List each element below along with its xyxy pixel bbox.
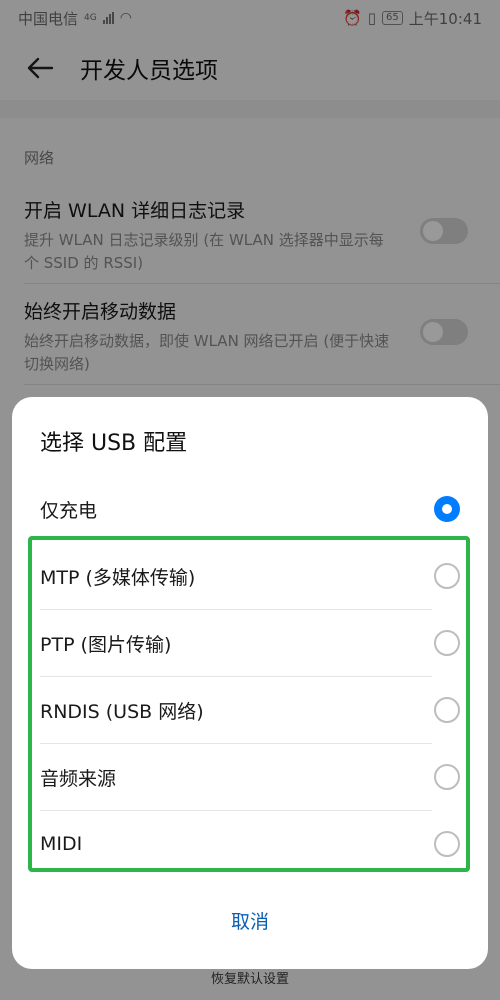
restore-defaults-button[interactable]: 恢复默认设置	[0, 968, 500, 987]
option-mtp[interactable]: MTP (多媒体传输)	[12, 543, 488, 609]
option-label: RNDIS (USB 网络)	[40, 700, 204, 723]
option-label: MTP (多媒体传输)	[40, 566, 196, 589]
option-rndis[interactable]: RNDIS (USB 网络)	[12, 677, 488, 743]
option-ptp[interactable]: PTP (图片传输)	[12, 610, 488, 676]
radio-icon[interactable]	[434, 563, 460, 589]
option-label: MIDI	[40, 833, 83, 855]
option-label: PTP (图片传输)	[40, 633, 172, 656]
radio-icon[interactable]	[434, 630, 460, 656]
option-label: 仅充电	[40, 499, 98, 522]
option-label: 音频来源	[40, 767, 117, 790]
usb-config-dialog: 选择 USB 配置 仅充电 MTP (多媒体传输) PTP (图片传输) RND…	[12, 397, 488, 969]
radio-icon[interactable]	[434, 764, 460, 790]
option-midi[interactable]: MIDI	[12, 811, 488, 877]
radio-selected-icon[interactable]	[434, 496, 460, 522]
option-charge-only[interactable]: 仅充电	[12, 476, 488, 542]
radio-icon[interactable]	[434, 831, 460, 857]
dialog-title: 选择 USB 配置	[40, 431, 188, 456]
radio-icon[interactable]	[434, 697, 460, 723]
cancel-button[interactable]: 取消	[12, 907, 488, 934]
option-audio-source[interactable]: 音频来源	[12, 744, 488, 810]
